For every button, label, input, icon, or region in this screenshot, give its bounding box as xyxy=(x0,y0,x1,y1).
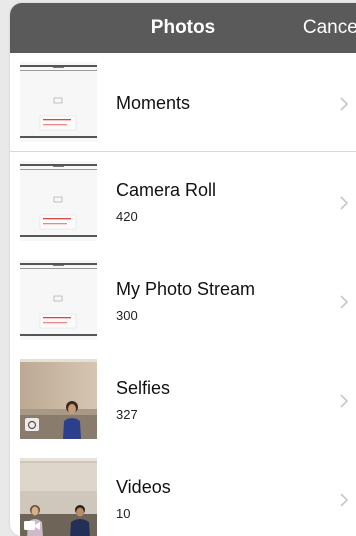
chevron-right-icon xyxy=(340,295,349,309)
album-picker-sheet: Photos Cancel Moments xyxy=(10,3,356,536)
album-count: 300 xyxy=(116,307,138,323)
album-labels: Camera Roll 420 xyxy=(116,152,216,251)
album-row-moments[interactable]: Moments xyxy=(10,53,356,152)
album-row-camera-roll[interactable]: Camera Roll 420 xyxy=(10,152,356,251)
chevron-right-icon xyxy=(340,493,349,507)
album-title: Camera Roll xyxy=(116,179,217,200)
navigation-bar: Photos Cancel xyxy=(10,3,356,53)
album-count: 420 xyxy=(116,208,138,224)
album-row-selfies[interactable]: Selfies 327 xyxy=(10,350,356,449)
cancel-button[interactable]: Cancel xyxy=(303,3,356,53)
album-thumbnail-camera-roll xyxy=(20,161,97,241)
album-thumbnail-my-photo-stream xyxy=(20,260,97,340)
album-thumbnail-moments xyxy=(20,62,97,142)
chevron-right-icon xyxy=(340,196,349,210)
album-thumbnail-selfies xyxy=(20,359,97,439)
album-count: 327 xyxy=(116,406,138,422)
album-list: Moments Camera Roll 420 My Photo Stream … xyxy=(10,53,356,536)
album-row-my-photo-stream[interactable]: My Photo Stream 300 xyxy=(10,251,356,350)
album-title: Selfies xyxy=(116,377,171,398)
album-title: My Photo Stream xyxy=(116,278,256,299)
album-labels: Videos 10 xyxy=(116,449,171,536)
album-title: Moments xyxy=(116,92,191,113)
album-count: 10 xyxy=(116,505,131,521)
album-labels: My Photo Stream 300 xyxy=(116,251,255,350)
album-title: Videos xyxy=(116,476,171,497)
album-row-videos[interactable]: Videos 10 xyxy=(10,449,356,536)
chevron-right-icon xyxy=(340,394,349,408)
album-labels: Selfies 327 xyxy=(116,350,170,449)
chevron-right-icon xyxy=(340,97,349,111)
album-labels: Moments xyxy=(116,53,190,152)
album-thumbnail-videos xyxy=(20,458,97,536)
